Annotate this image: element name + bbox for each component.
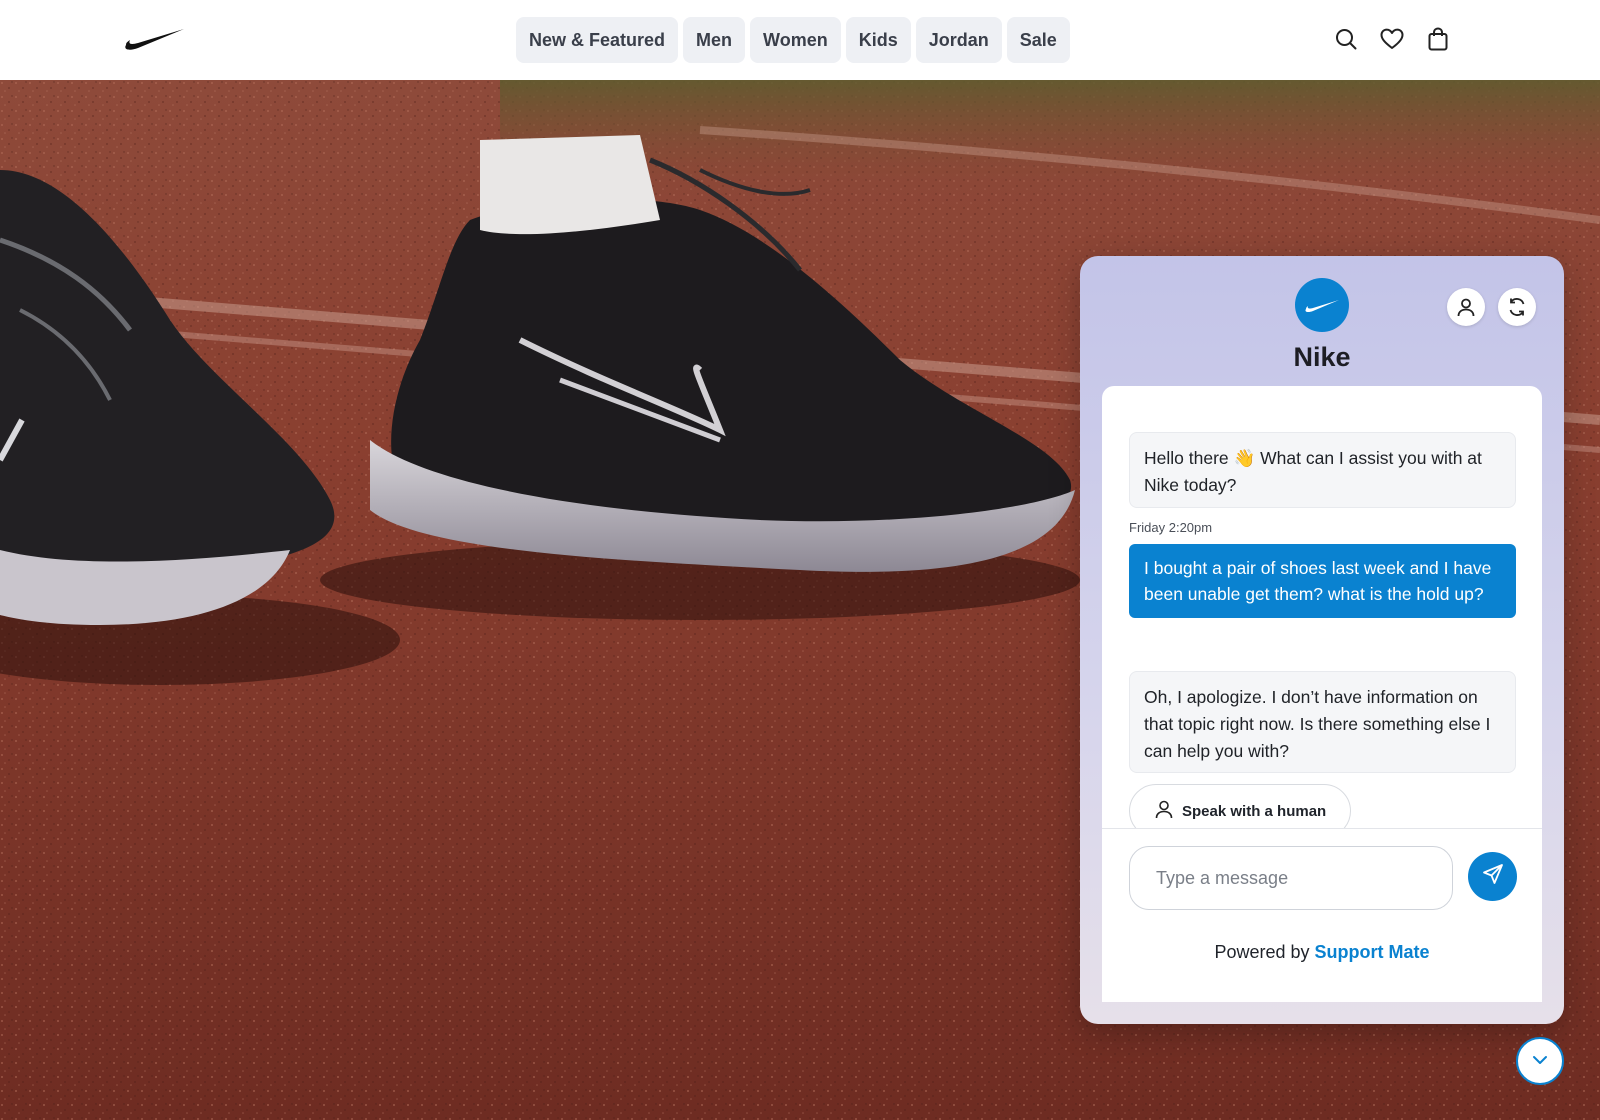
send-icon [1482, 863, 1504, 890]
main-nav: New & Featured Men Women Kids Jordan Sal… [516, 17, 1070, 63]
chat-widget: Nike Hello there 👋 What can I assist you… [1080, 256, 1564, 1024]
nav-item-kids[interactable]: Kids [845, 17, 911, 63]
powered-by-text: Powered by [1214, 942, 1310, 962]
bag-icon[interactable] [1426, 26, 1450, 52]
search-icon[interactable] [1334, 26, 1358, 52]
user-message: I bought a pair of shoes last week and I… [1129, 544, 1516, 618]
person-icon [1154, 799, 1174, 823]
message-list[interactable]: Hello there 👋 What can I assist you with… [1102, 386, 1542, 828]
chat-user-icon[interactable] [1447, 288, 1485, 326]
speak-with-human-button[interactable]: Speak with a human [1129, 784, 1352, 828]
nav-item-men[interactable]: Men [683, 17, 746, 63]
message-timestamp: Friday 2:20pm [1129, 520, 1213, 535]
chat-panel: Hello there 👋 What can I assist you with… [1102, 386, 1542, 1002]
chat-refresh-icon[interactable] [1498, 288, 1536, 326]
bot-message: Hello there 👋 What can I assist you with… [1129, 432, 1516, 508]
composer-divider [1102, 828, 1542, 829]
site-header: New & Featured Men Women Kids Jordan Sal… [0, 0, 1600, 80]
chat-brand-swoosh-icon [1295, 278, 1349, 332]
send-button[interactable] [1468, 852, 1517, 901]
chevron-down-icon [1532, 1052, 1548, 1070]
nav-item-jordan[interactable]: Jordan [915, 17, 1002, 63]
nike-logo-swoosh-icon[interactable] [124, 24, 186, 52]
header-actions [1334, 26, 1450, 52]
nav-item-sale[interactable]: Sale [1006, 17, 1070, 63]
chat-toggle-button[interactable] [1516, 1037, 1564, 1085]
speak-with-human-label: Speak with a human [1182, 802, 1327, 820]
powered-by: Powered by Support Mate [1102, 942, 1542, 963]
chat-title: Nike [1293, 342, 1351, 372]
bot-message: Oh, I apologize. I don’t have informatio… [1129, 671, 1516, 773]
support-mate-link[interactable]: Support Mate [1315, 942, 1430, 962]
nav-item-new-featured[interactable]: New & Featured [516, 17, 679, 63]
message-input[interactable] [1129, 846, 1453, 910]
heart-icon[interactable] [1380, 26, 1404, 52]
nav-item-women[interactable]: Women [750, 17, 841, 63]
